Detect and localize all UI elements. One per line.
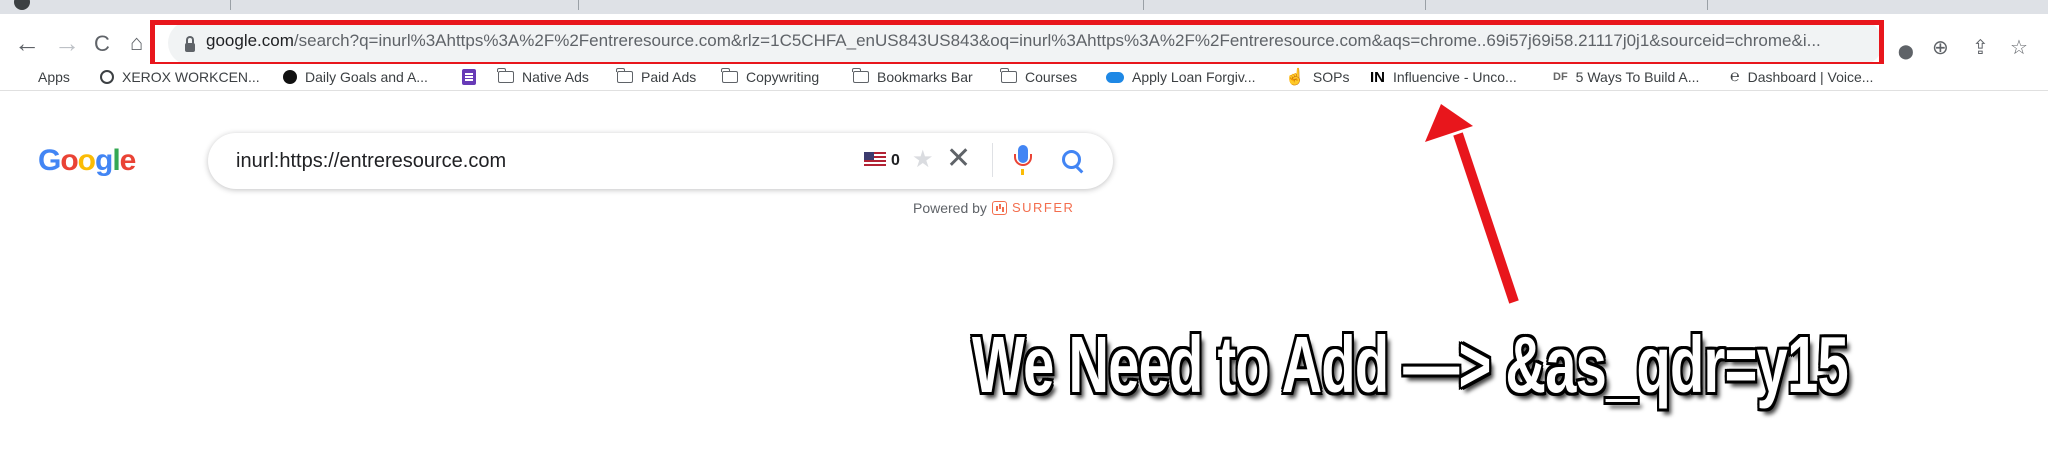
arrow-head [1425, 104, 1473, 142]
annotation-caption: We Need to Add —> &as_qdr=y15 [972, 320, 1849, 409]
arrow-shaft [1453, 132, 1519, 304]
